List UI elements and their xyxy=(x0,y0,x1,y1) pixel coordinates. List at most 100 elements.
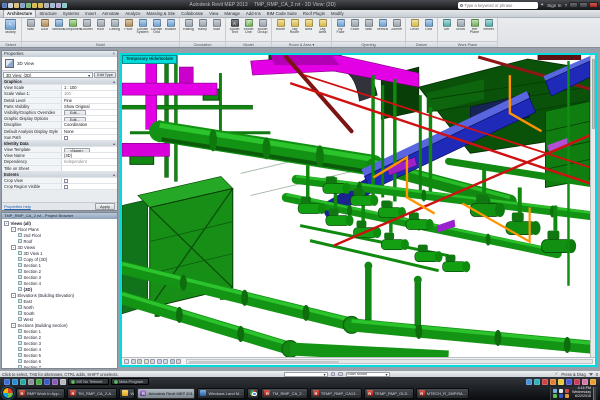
print-icon[interactable] xyxy=(44,3,49,8)
tab-analyze[interactable]: Analyze xyxy=(122,10,143,18)
save-icon[interactable] xyxy=(20,3,25,8)
expander-icon[interactable] xyxy=(11,245,16,250)
column-button[interactable]: Column xyxy=(80,19,93,31)
curtain-grid-button[interactable]: Curtain Grid xyxy=(150,19,163,35)
reveal-hidden-icon[interactable] xyxy=(176,359,181,364)
tag-room-button[interactable]: Tag Room xyxy=(288,19,301,35)
ceiling-button[interactable]: Ceiling xyxy=(108,19,121,31)
quick-launch-icon[interactable] xyxy=(52,379,58,385)
taskbar-button[interactable]: RTEMP_RMP_OLD... xyxy=(364,388,414,399)
tab-systems[interactable]: Systems xyxy=(60,10,82,18)
redo-icon[interactable] xyxy=(38,3,43,8)
apply-button[interactable]: Apply xyxy=(95,203,115,211)
volume-icon[interactable] xyxy=(559,389,563,393)
quick-launch-icon[interactable] xyxy=(534,379,540,385)
sun-path-checkbox[interactable] xyxy=(64,136,68,140)
minimize-button[interactable] xyxy=(569,2,578,8)
horizontal-scrollbar[interactable] xyxy=(186,359,594,364)
quick-launch-icon[interactable] xyxy=(550,379,556,385)
set-button[interactable]: Set xyxy=(440,19,453,31)
quick-launch-icon[interactable] xyxy=(558,379,564,385)
tab-addins[interactable]: Add-Ins xyxy=(243,10,264,18)
crop-region-icon[interactable] xyxy=(163,359,168,364)
dormer-button[interactable]: Dormer xyxy=(390,19,403,31)
quick-launch-icon[interactable] xyxy=(574,379,580,385)
quick-launch-icon[interactable] xyxy=(28,379,34,385)
area-button[interactable]: Area xyxy=(302,19,315,31)
grid-button[interactable]: Grid xyxy=(422,19,435,31)
security-icon[interactable] xyxy=(565,389,569,393)
tab-collaborate[interactable]: Collaborate xyxy=(178,10,206,18)
crop-view-icon[interactable] xyxy=(157,359,162,364)
stair-button[interactable]: Stair xyxy=(210,19,223,31)
instance-dropdown[interactable]: 3D View: {3D}▾ xyxy=(3,72,93,78)
tab-view[interactable]: View xyxy=(206,10,221,18)
tab-structure[interactable]: Structure xyxy=(36,10,59,18)
roof-button[interactable]: Roof xyxy=(94,19,107,31)
wall-opening-button[interactable]: Wall xyxy=(362,19,375,31)
horizontal-scrollbar-thumb[interactable] xyxy=(189,361,339,365)
ramp-button[interactable]: Ramp xyxy=(196,19,209,31)
hide-isolate-icon[interactable] xyxy=(170,359,175,364)
shaft-button[interactable]: Shaft xyxy=(348,19,361,31)
room-button[interactable]: Room xyxy=(274,19,287,31)
tray-overflow-icon[interactable] xyxy=(526,379,532,385)
taskbar-clock[interactable]: 4:16 PM Wednesday 6/22/2016 xyxy=(572,387,591,399)
quick-launch-icon[interactable] xyxy=(12,379,18,385)
panel-label-room-area[interactable]: Room & Area ▾ xyxy=(272,41,331,47)
start-button[interactable] xyxy=(2,387,14,399)
modify-button[interactable]: ↖Modify xyxy=(2,19,19,34)
toolbar-item[interactable]: MS No Telemet... xyxy=(68,378,109,385)
network-icon[interactable] xyxy=(553,389,557,393)
crop-region-visible-checkbox[interactable] xyxy=(64,185,68,189)
quick-launch-icon[interactable] xyxy=(566,379,572,385)
vertical-opening-button[interactable]: Vertical xyxy=(376,19,389,31)
filter-icon[interactable] xyxy=(589,373,593,376)
close-button[interactable] xyxy=(589,2,598,8)
level-button[interactable]: Level xyxy=(408,19,421,31)
expander-icon[interactable] xyxy=(11,323,16,328)
mullion-button[interactable]: Mullion xyxy=(164,19,177,31)
taskbar-button-chrome[interactable] xyxy=(247,388,259,399)
properties-help-link[interactable]: Properties help xyxy=(4,204,31,209)
curtain-system-button[interactable]: Curtain System xyxy=(136,19,149,35)
quick-launch-icon[interactable] xyxy=(582,379,588,385)
vertical-scrollbar-thumb[interactable] xyxy=(592,59,596,129)
sun-settings-icon[interactable] xyxy=(144,359,149,364)
edit-overrides-button[interactable]: Edit... xyxy=(64,110,86,115)
tag-area-button[interactable]: Tag Area xyxy=(316,19,329,35)
visual-style-icon[interactable] xyxy=(137,359,142,364)
scale-icon[interactable] xyxy=(124,359,129,364)
detail-level-icon[interactable] xyxy=(131,359,136,364)
power-icon[interactable] xyxy=(565,394,569,398)
tab-manage[interactable]: Manage xyxy=(221,10,243,18)
quick-launch-icon[interactable] xyxy=(4,379,10,385)
crop-view-checkbox[interactable] xyxy=(64,179,68,183)
quick-launch-icon[interactable] xyxy=(60,379,66,385)
tab-annotate[interactable]: Annotate xyxy=(99,10,122,18)
model-line-button[interactable]: ╱Model Line xyxy=(242,19,255,35)
quick-launch-icon[interactable] xyxy=(590,379,596,385)
show-button[interactable]: Show xyxy=(454,19,467,31)
edit-display-options-button[interactable]: Edit... xyxy=(64,117,86,122)
tag-icon[interactable] xyxy=(56,3,61,8)
quick-launch-icon[interactable] xyxy=(20,379,26,385)
update-icon[interactable] xyxy=(553,394,557,398)
measure-icon[interactable] xyxy=(50,3,55,8)
taskbar-button-active[interactable]: RAutodesk Revit MEP 201... xyxy=(137,388,195,399)
3d-model-canvas[interactable] xyxy=(122,55,590,357)
type-selector[interactable]: 3D View xyxy=(2,57,117,71)
shadows-icon[interactable] xyxy=(150,359,155,364)
exchange-icon[interactable]: ✦ xyxy=(540,2,544,8)
expander-icon[interactable] xyxy=(11,293,16,298)
browser-item[interactable]: Section 7 xyxy=(2,364,117,368)
taskbar-button[interactable]: RTEMP_RMP_CA13... xyxy=(310,388,362,399)
vertical-scrollbar[interactable] xyxy=(590,55,595,357)
new-icon[interactable] xyxy=(8,3,13,8)
tab-massing-site[interactable]: Massing & Site xyxy=(143,10,178,18)
model-text-button[interactable]: AModel Text xyxy=(228,19,241,35)
default-3d-view-icon[interactable] xyxy=(62,3,67,8)
model-group-button[interactable]: Model Group xyxy=(256,19,269,35)
tab-roof-plugin[interactable]: Roof Plugin xyxy=(300,10,328,18)
worksets-icon[interactable] xyxy=(331,372,336,377)
